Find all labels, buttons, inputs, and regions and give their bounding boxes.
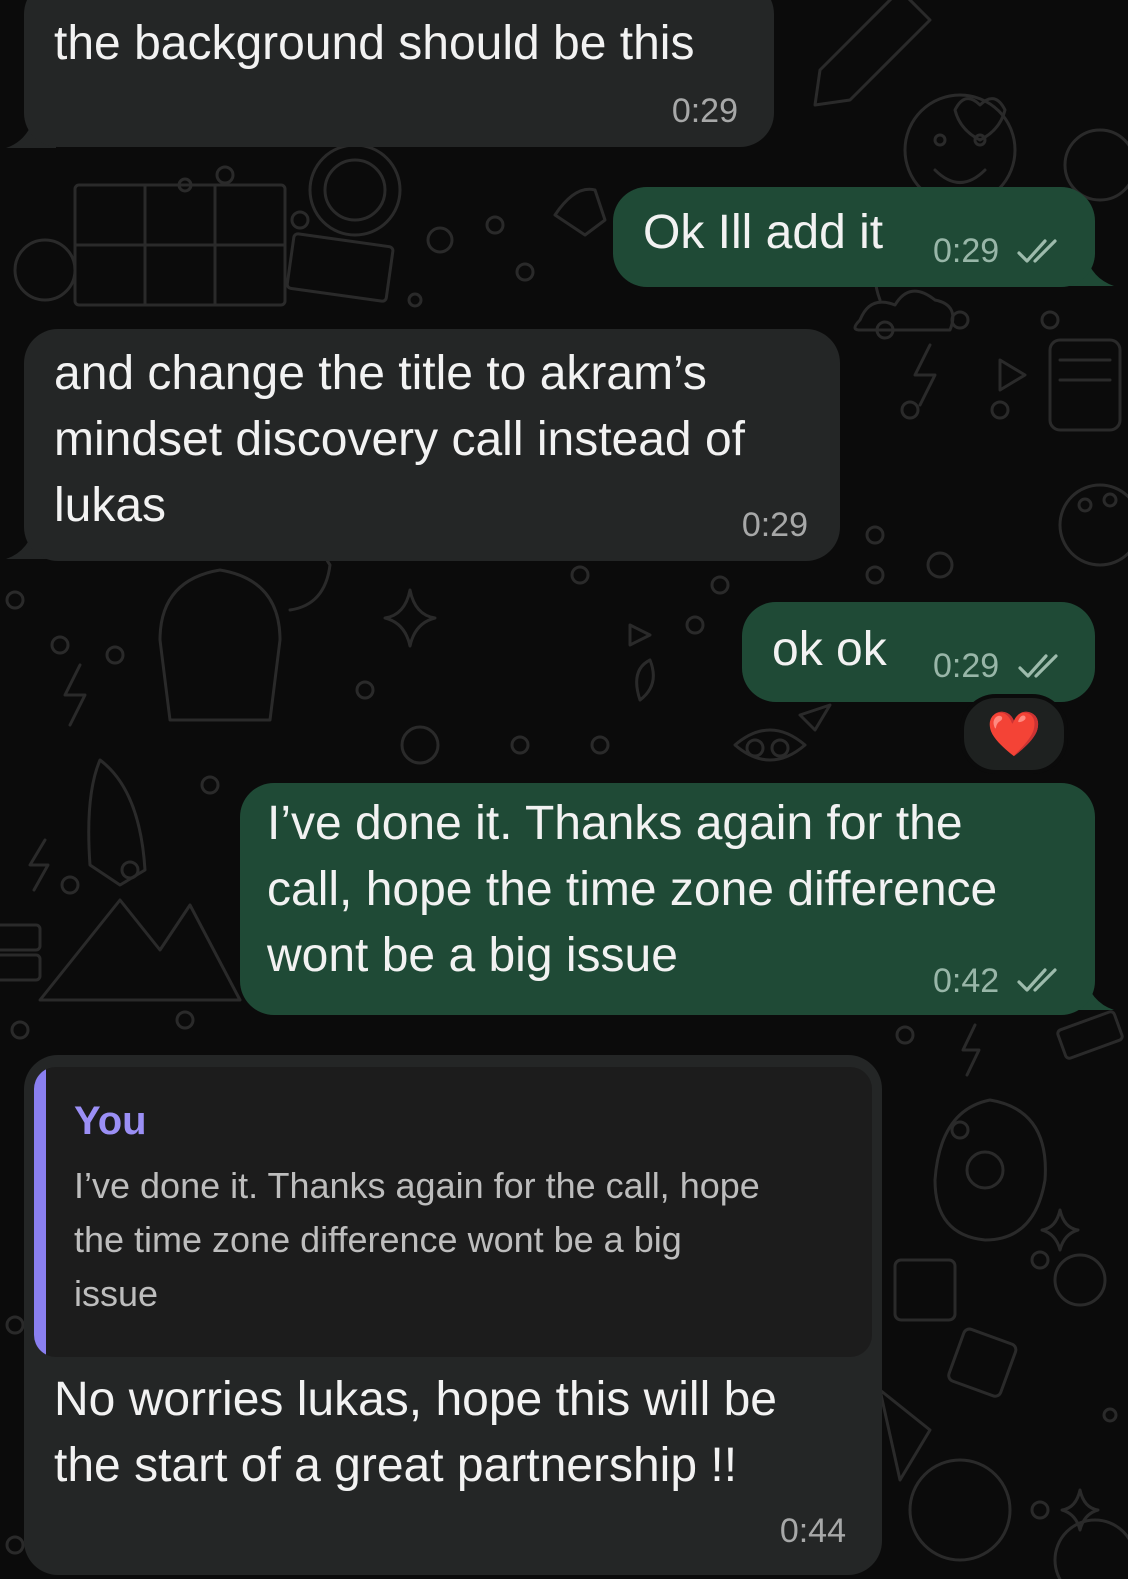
message-bubble[interactable]: You I’ve done it. Thanks again for the c… [24, 1055, 882, 1575]
message-text: the background should be this [54, 17, 695, 70]
heart-reaction-icon[interactable]: ❤️ [960, 694, 1068, 774]
message-text: I’ve done it. Thanks again for the call,… [267, 797, 998, 982]
message-time: 0:29 [671, 92, 738, 130]
message-time: 0:42 [933, 962, 1000, 1000]
message-bubble[interactable]: the background should be this 0:29 [24, 0, 774, 147]
reply-quote-accent [34, 1067, 46, 1357]
message-time: 0:29 [933, 647, 1000, 685]
message-time: 0:29 [933, 232, 1000, 270]
message-bubble[interactable]: I’ve done it. Thanks again for the call,… [240, 783, 1095, 1015]
message-text: No worries lukas, hope this will be the … [54, 1373, 777, 1492]
message-time: 0:29 [741, 506, 808, 544]
reply-quote-text: I’ve done it. Thanks again for the call,… [74, 1165, 760, 1314]
message-text: and change the title to akram’s mindset … [54, 347, 745, 532]
double-check-icon [1017, 968, 1057, 992]
message-bubble[interactable]: ok ok 0:29 [742, 602, 1095, 702]
reply-quote[interactable]: You I’ve done it. Thanks again for the c… [34, 1067, 872, 1357]
message-bubble[interactable]: and change the title to akram’s mindset … [24, 329, 840, 561]
double-check-icon [1017, 239, 1057, 263]
double-check-icon [1018, 654, 1058, 678]
message-text: Ok Ill add it [643, 206, 884, 259]
message-text: ok ok [772, 623, 887, 676]
message-time: 0:44 [779, 1512, 846, 1550]
message-bubble[interactable]: Ok Ill add it 0:29 [613, 187, 1095, 287]
reply-quote-author: You [74, 1099, 147, 1143]
